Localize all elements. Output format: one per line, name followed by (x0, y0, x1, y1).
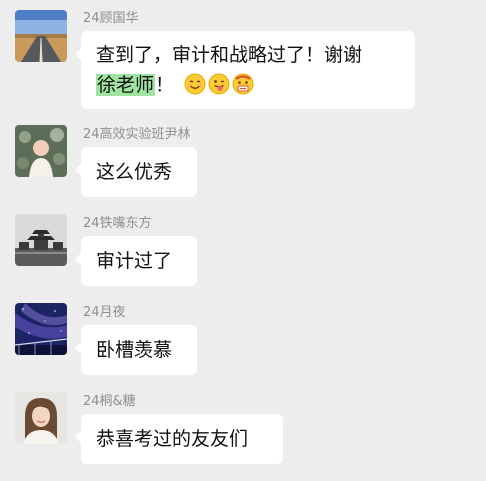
money-mouth-face-icon (232, 73, 254, 95)
message-text: 恭喜考过的友友们 (96, 428, 249, 450)
message-bubble[interactable]: 查到了，审计和战略过了！谢谢 徐老师！ (75, 31, 415, 109)
sender-name: 24顾国华 (83, 11, 139, 26)
sender-name: 24月夜 (83, 305, 126, 320)
message-text: 审计过了 (96, 250, 173, 272)
child-photo-avatar-icon[interactable] (15, 125, 67, 177)
message-bubble[interactable]: 恭喜考过的友友们 (75, 414, 283, 464)
winking-tongue-face-icon (208, 73, 230, 95)
woman-portrait-avatar-icon[interactable] (15, 392, 67, 444)
message-text: 查到了，审计和战略过了！谢谢 (96, 44, 363, 66)
message-text-line-2: 徐老师！ (96, 70, 400, 100)
message-text-punctuation: ！ (155, 74, 175, 96)
message-bubble[interactable]: 这么优秀 (75, 147, 197, 197)
sender-name: 24高效实验班尹林 (83, 127, 191, 142)
pagoda-landscape-avatar-icon[interactable] (15, 214, 67, 266)
message-text: 卧槽羡慕 (96, 339, 173, 361)
smiling-face-icon (184, 73, 206, 95)
sender-name: 24桐&糖 (83, 394, 136, 409)
sender-name: 24铁嘴东方 (83, 216, 152, 231)
message-text: 这么优秀 (96, 161, 173, 183)
night-sky-avatar-icon[interactable] (15, 303, 67, 355)
message-bubble[interactable]: 卧槽羡慕 (75, 325, 197, 375)
road-landscape-avatar-icon[interactable] (15, 10, 67, 62)
mention-highlight: 徐老师 (96, 74, 156, 96)
message-bubble[interactable]: 审计过了 (75, 236, 197, 286)
